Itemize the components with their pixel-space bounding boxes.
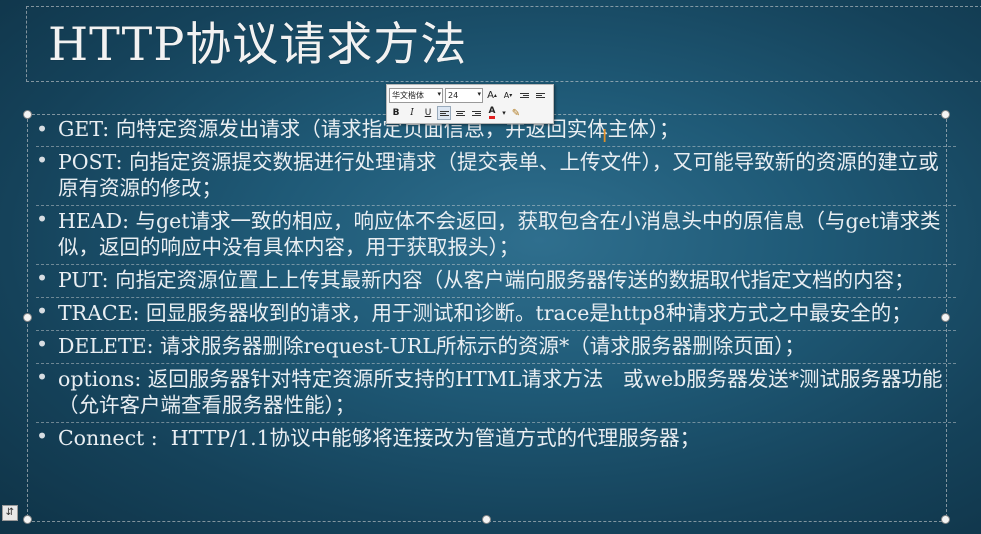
italic-button[interactable]: I	[405, 106, 419, 120]
bullet-text: options: 返回服务器针对特定资源所支持的HTML请求方法 或web服务器…	[58, 367, 943, 417]
font-size-value: 24	[448, 90, 459, 100]
grow-font-button[interactable]: A ▴	[485, 88, 499, 102]
mini-format-toolbar[interactable]: 华文楷体 ▾ 24 ▾ A ▴ A ▾ B I U A ▾ ✎	[386, 84, 554, 124]
chevron-down-icon: ▾	[477, 89, 481, 98]
bullet-text: TRACE: 回显服务器收到的请求，用于测试和诊断。trace是http8种请求…	[58, 301, 912, 325]
align-left-icon	[439, 110, 449, 116]
shrink-font-button[interactable]: A ▾	[501, 88, 515, 102]
bullet-glyph: •	[36, 266, 49, 290]
decrease-indent-icon	[519, 92, 529, 98]
align-right-button[interactable]	[469, 106, 483, 120]
bullet-text: POST: 向指定资源提交数据进行处理请求（提交表单、上传文件），又可能导致新的…	[58, 150, 939, 200]
format-painter-icon: ✎	[511, 107, 521, 119]
chevron-down-icon: ▾	[437, 89, 441, 98]
bullet-connect[interactable]: • Connect : HTTP/1.1协议中能够将连接改为管道方式的代理服务器；	[36, 422, 956, 451]
bullet-delete[interactable]: • DELETE: 请求服务器删除request-URL所标示的资源*（请求服务器…	[36, 330, 956, 359]
increase-indent-icon	[535, 92, 545, 98]
bold-button[interactable]: B	[389, 106, 403, 120]
format-painter-button[interactable]: ✎	[509, 106, 523, 120]
align-left-button[interactable]	[437, 106, 451, 120]
font-size-select[interactable]: 24 ▾	[445, 87, 483, 103]
bullet-trace[interactable]: • TRACE: 回显服务器收到的请求，用于测试和诊断。trace是http8种请…	[36, 297, 956, 326]
bullet-text: Connect : HTTP/1.1协议中能够将连接改为管道方式的代理服务器；	[58, 426, 701, 450]
align-right-icon	[471, 110, 481, 116]
bullet-options[interactable]: • options: 返回服务器针对特定资源所支持的HTML请求方法 或web服务…	[36, 363, 956, 418]
resize-handle-tl[interactable]	[23, 110, 32, 119]
bullet-glyph: •	[36, 424, 49, 448]
bullet-glyph: •	[36, 299, 49, 323]
text-cursor-icon: I	[602, 126, 608, 147]
resize-handle-bm[interactable]	[482, 515, 491, 524]
font-name-value: 华文楷体	[392, 90, 424, 100]
font-color-dropdown[interactable]: ▾	[501, 106, 507, 120]
font-color-icon: A	[488, 107, 496, 119]
bullet-post[interactable]: • POST: 向指定资源提交数据进行处理请求（提交表单、上传文件），又可能导致新…	[36, 146, 956, 201]
slide-title[interactable]: HTTP协议请求方法	[48, 8, 467, 74]
bullet-text: GET: 向特定资源发出请求（请求指定页面信息，并返回实体主体）；	[58, 117, 680, 141]
bullet-text: DELETE: 请求服务器删除request-URL所标示的资源*（请求服务器删…	[58, 334, 805, 358]
bullet-list[interactable]: • GET: 向特定资源发出请求（请求指定页面信息，并返回实体主体）； • POST…	[36, 116, 956, 455]
bullet-head[interactable]: • HEAD: 与get请求一致的相应，响应体不会返回，获取包含在小消息头中的原信…	[36, 205, 956, 260]
resize-handle-br[interactable]	[941, 515, 950, 524]
bullet-glyph: •	[36, 148, 49, 172]
font-color-button[interactable]: A	[485, 106, 499, 120]
resize-handle-bl[interactable]	[23, 515, 32, 524]
font-name-select[interactable]: 华文楷体 ▾	[389, 87, 443, 103]
resize-handle-ml[interactable]	[23, 313, 32, 322]
bullet-put[interactable]: • PUT: 向指定资源位置上上传其最新内容（从客户端向服务器传送的数据取代指定文…	[36, 264, 956, 293]
sort-icon[interactable]: ⇵	[2, 505, 18, 521]
decrease-indent-button[interactable]	[517, 88, 531, 102]
bullet-glyph: •	[36, 332, 49, 356]
underline-button[interactable]: U	[421, 106, 435, 120]
align-center-icon	[455, 110, 465, 116]
increase-indent-button[interactable]	[533, 88, 547, 102]
bullet-glyph: •	[36, 117, 49, 141]
bullet-glyph: •	[36, 207, 49, 231]
align-center-button[interactable]	[453, 106, 467, 120]
bullet-glyph: •	[36, 365, 49, 389]
grow-font-icon: A	[487, 89, 494, 101]
bullet-text: PUT: 向指定资源位置上上传其最新内容（从客户端向服务器传送的数据取代指定文档…	[58, 268, 915, 292]
bullet-text: HEAD: 与get请求一致的相应，响应体不会返回，获取包含在小消息头中的原信息…	[58, 209, 941, 259]
